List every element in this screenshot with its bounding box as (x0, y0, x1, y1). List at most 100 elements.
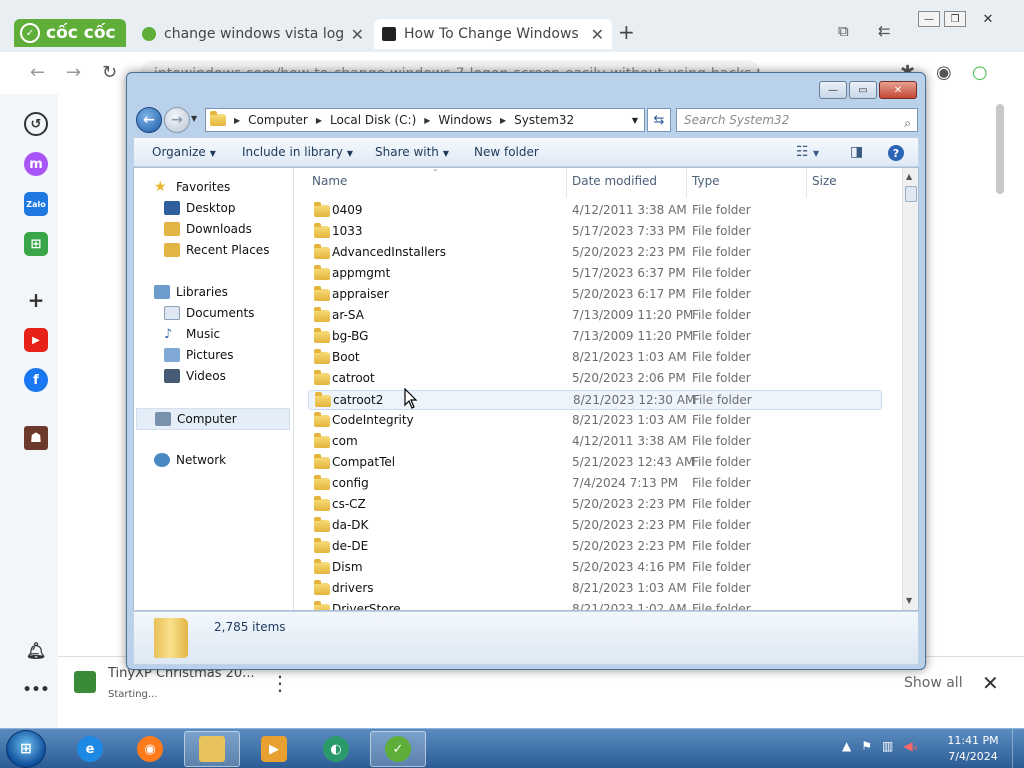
preview-pane-icon[interactable]: ◨ (850, 144, 863, 160)
refresh-icon[interactable]: ⇆ (647, 108, 671, 132)
show-all-button[interactable]: Show all (904, 675, 963, 691)
nav-libraries[interactable]: Libraries (154, 285, 228, 299)
file-row[interactable]: 1033 5/17/2023 7:33 PM File folder (308, 222, 882, 242)
view-options-icon[interactable]: ☷ ▼ (796, 144, 819, 160)
file-row[interactable]: catroot2 8/21/2023 12:30 AM File folder (308, 390, 882, 410)
file-row[interactable]: catroot 5/20/2023 2:06 PM File folder (308, 369, 882, 389)
history-icon[interactable]: ↺ (24, 112, 48, 136)
chevron-right-icon[interactable]: ▶ (316, 116, 322, 125)
breadcrumb-local-disk[interactable]: Local Disk (C:) (330, 113, 416, 127)
file-row[interactable]: bg-BG 7/13/2009 11:20 PM File folder (308, 327, 882, 347)
file-row[interactable]: de-DE 5/20/2023 2:23 PM File folder (308, 537, 882, 557)
file-row[interactable]: Dism 5/20/2023 4:16 PM File folder (308, 558, 882, 578)
nav-desktop[interactable]: Desktop (164, 201, 236, 215)
new-tab-button[interactable]: + (618, 20, 635, 44)
file-row[interactable]: Boot 8/21/2023 1:03 AM File folder (308, 348, 882, 368)
close-icon[interactable]: ✕ (591, 25, 604, 44)
column-header-type[interactable]: Type (692, 174, 720, 192)
help-icon[interactable]: ? (888, 145, 904, 161)
screenshot-icon[interactable]: ⧉ (838, 22, 849, 40)
file-row[interactable]: ar-SA 7/13/2009 11:20 PM File folder (308, 306, 882, 326)
taskbar-media-player[interactable]: ▶ (246, 731, 302, 767)
coccoc-logo[interactable]: ✓ cốc cốc (14, 19, 126, 47)
add-icon[interactable]: + (24, 288, 48, 312)
start-button[interactable]: ⊞ (6, 730, 46, 768)
taskbar-app-green[interactable]: ◐ (308, 731, 364, 767)
show-desktop-button[interactable] (1012, 729, 1024, 768)
forward-button[interactable]: → (164, 107, 190, 133)
breadcrumb-windows[interactable]: Windows (438, 113, 492, 127)
reload-icon[interactable]: ↻ (102, 62, 117, 83)
close-icon[interactable]: ✕ (351, 25, 364, 44)
chevron-down-icon[interactable]: ▼ (632, 116, 638, 125)
nav-favorites[interactable]: ★ Favorites (154, 180, 230, 194)
nav-recent-places[interactable]: Recent Places (164, 243, 269, 257)
zalo-icon[interactable]: Zalo (24, 192, 48, 216)
new-folder-button[interactable]: New folder (474, 145, 539, 159)
search-icon[interactable]: ⌕ (904, 112, 911, 134)
taskbar-explorer[interactable] (184, 731, 240, 767)
file-row[interactable]: AdvancedInstallers 5/20/2023 2:23 PM File … (308, 243, 882, 263)
restore-button[interactable]: ❐ (944, 11, 966, 27)
share-with-button[interactable]: Share with ▼ (375, 145, 449, 159)
coccoc-status-icon[interactable]: ○ (972, 62, 988, 83)
window-caption[interactable]: — ▭ ✕ (127, 73, 925, 105)
breadcrumb-computer[interactable]: Computer (248, 113, 308, 127)
column-header-name[interactable]: Name (312, 174, 347, 192)
browser-tab-1[interactable]: change windows vista logon ✕ (134, 19, 372, 49)
nav-pictures[interactable]: Pictures (164, 348, 234, 362)
nav-music[interactable]: ♪ Music (164, 327, 220, 342)
volume-muted-icon[interactable]: ◀ₓ (903, 739, 918, 753)
game-avatar-icon[interactable]: ☗ (24, 426, 48, 450)
file-row[interactable]: appraiser 5/20/2023 6:17 PM File folder (308, 285, 882, 305)
organize-button[interactable]: Organize ▼ (152, 145, 216, 159)
scrollbar-thumb[interactable] (905, 186, 917, 202)
close-window-button[interactable]: ✕ (970, 11, 1006, 27)
file-row[interactable]: config 7/4/2024 7:13 PM File folder (308, 474, 882, 494)
file-row[interactable]: cs-CZ 5/20/2023 2:23 PM File folder (308, 495, 882, 515)
nav-videos[interactable]: Videos (164, 369, 226, 383)
recent-pages-icon[interactable]: ▼ (191, 114, 197, 123)
messenger-icon[interactable]: m (24, 152, 48, 176)
file-row[interactable]: DriverStore 8/21/2023 1:02 AM File folder (308, 600, 882, 610)
minimize-button[interactable]: — (819, 81, 847, 99)
close-button[interactable]: ✕ (879, 81, 917, 99)
file-row[interactable]: da-DK 5/20/2023 2:23 PM File folder (308, 516, 882, 536)
facebook-icon[interactable]: f (24, 368, 48, 392)
taskbar-internet-explorer[interactable]: e (62, 731, 118, 767)
bell-icon[interactable]: 🔔︎ (24, 638, 48, 662)
chevron-right-icon[interactable]: ▶ (424, 116, 430, 125)
network-tray-icon[interactable]: ▥ (882, 739, 893, 753)
taskbar-firefox[interactable]: ◉ (122, 731, 178, 767)
column-divider[interactable] (686, 168, 687, 198)
file-row[interactable]: CompatTel 5/21/2023 12:43 AM File folder (308, 453, 882, 473)
column-divider[interactable] (566, 168, 567, 198)
minimize-button[interactable]: — (918, 11, 940, 27)
nav-computer[interactable]: Computer (136, 408, 290, 430)
back-arrow-icon[interactable]: ⇇ (878, 22, 891, 40)
file-row[interactable]: CodeIntegrity 8/21/2023 1:03 AM File folde… (308, 411, 882, 431)
back-button[interactable]: ← (136, 107, 162, 133)
include-in-library-button[interactable]: Include in library ▼ (242, 145, 353, 159)
scroll-up-icon[interactable]: ▲ (906, 172, 912, 181)
browser-tab-2[interactable]: How To Change Windows 7 L ✕ (374, 19, 612, 49)
more-icon[interactable]: ••• (23, 678, 50, 702)
chevron-right-icon[interactable]: ▶ (500, 116, 506, 125)
column-divider[interactable] (806, 168, 807, 198)
account-icon[interactable]: ◉ (936, 62, 952, 83)
flag-icon[interactable]: ⚑ (861, 739, 872, 753)
breadcrumb-system32[interactable]: System32 (514, 113, 574, 127)
column-header-size[interactable]: Size (812, 174, 837, 192)
nav-network[interactable]: Network (154, 453, 226, 467)
chevron-up-icon[interactable]: ▲ (842, 739, 851, 753)
scroll-down-icon[interactable]: ▼ (906, 596, 912, 605)
gamepad-icon[interactable]: ⊞ (24, 232, 48, 256)
forward-icon[interactable]: → (66, 62, 81, 83)
nav-downloads[interactable]: Downloads (164, 222, 252, 236)
search-input[interactable]: Search System32 ⌕ (676, 108, 918, 132)
file-row[interactable]: drivers 8/21/2023 1:03 AM File folder (308, 579, 882, 599)
back-icon[interactable]: ← (30, 62, 45, 83)
column-header-date[interactable]: Date modified (572, 174, 657, 192)
vertical-scrollbar[interactable]: ▲ ▼ (902, 168, 918, 610)
nav-documents[interactable]: Documents (164, 306, 254, 320)
